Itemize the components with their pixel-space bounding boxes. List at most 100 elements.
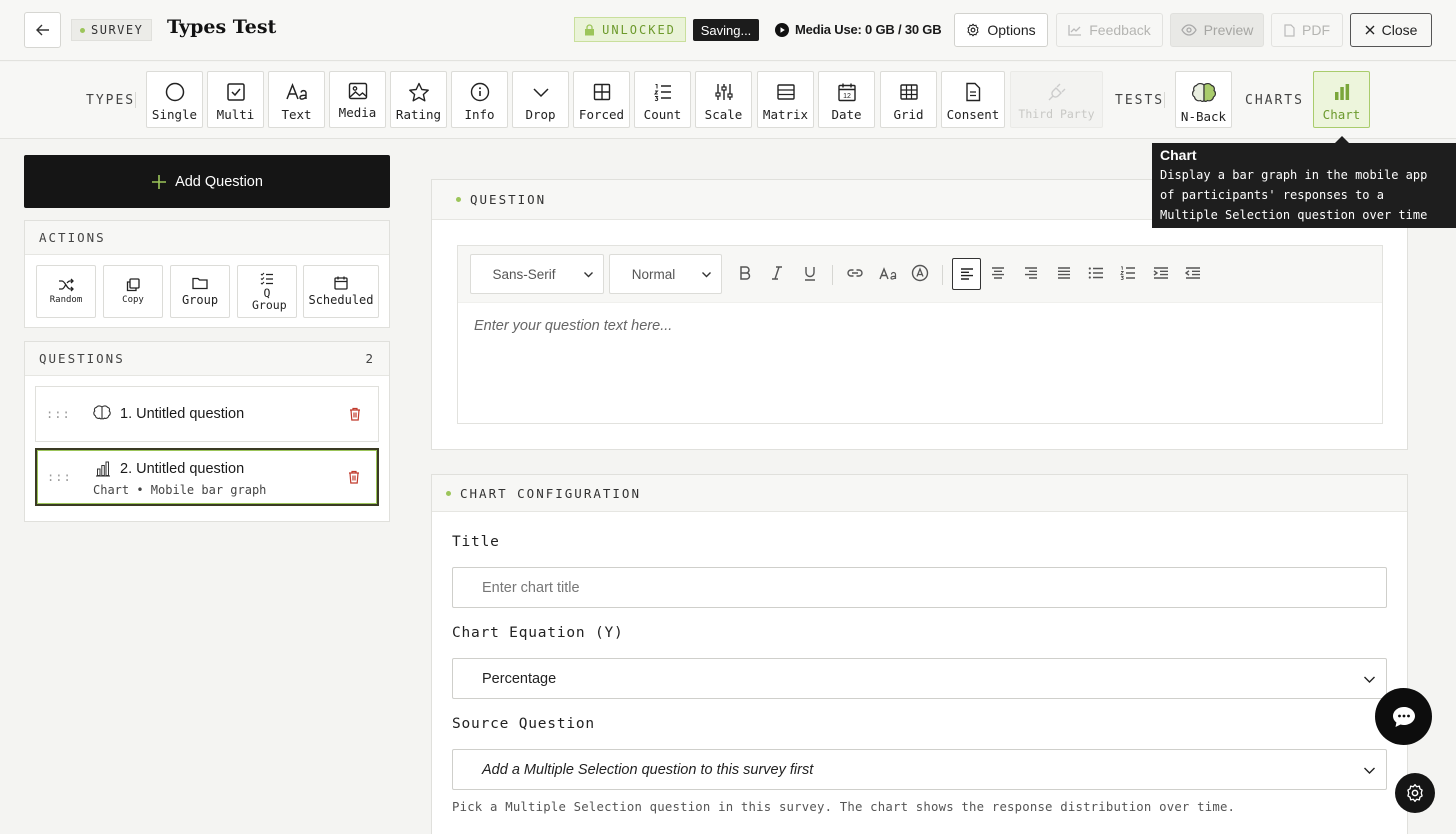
- type-label: Count: [643, 107, 682, 122]
- image-icon: [348, 82, 367, 100]
- options-button[interactable]: Options: [954, 13, 1048, 47]
- back-button[interactable]: [24, 12, 61, 48]
- question-title: 2. Untitled question: [120, 461, 245, 477]
- action-copy[interactable]: Copy: [103, 265, 163, 318]
- circle-icon: [165, 82, 184, 102]
- chat-bubble-icon: [1392, 706, 1415, 727]
- action-group[interactable]: Group: [170, 265, 230, 318]
- type-info[interactable]: Info: [451, 71, 508, 128]
- bar-chart-icon: [1334, 84, 1349, 100]
- action-random[interactable]: Random: [36, 265, 96, 318]
- type-date[interactable]: 12 Date: [818, 71, 875, 128]
- feedback-button[interactable]: Feedback: [1056, 13, 1163, 47]
- bold-icon[interactable]: [734, 262, 756, 284]
- question-item[interactable]: ::: 1. Untitled question: [35, 386, 379, 442]
- plug-icon: [1048, 83, 1065, 101]
- action-q-group[interactable]: Q Group: [237, 265, 297, 318]
- chat-button[interactable]: [1375, 688, 1432, 745]
- question-text-area[interactable]: Enter your question text here...: [474, 318, 672, 334]
- align-center-icon[interactable]: [987, 262, 1009, 284]
- close-button[interactable]: Close: [1350, 13, 1432, 47]
- preview-label: Preview: [1203, 22, 1254, 38]
- trash-icon[interactable]: [348, 470, 360, 484]
- unlocked-badge[interactable]: UNLOCKED: [574, 17, 686, 42]
- tooltip-arrow: [1335, 136, 1349, 143]
- options-label: Options: [987, 22, 1036, 38]
- font-size-select[interactable]: Normal: [609, 254, 722, 294]
- action-label: Copy: [122, 295, 144, 305]
- question-types-toolbar: TYPES Single Multi Text Media Rating Inf…: [0, 62, 1456, 139]
- survey-tag: SURVEY: [71, 19, 153, 41]
- bullet-list-icon[interactable]: [1085, 262, 1107, 284]
- font-case-icon[interactable]: [877, 262, 899, 284]
- type-scale[interactable]: Scale: [695, 71, 752, 128]
- type-matrix[interactable]: Matrix: [757, 71, 814, 128]
- action-scheduled[interactable]: Scheduled: [303, 265, 379, 318]
- align-left-icon[interactable]: [952, 258, 981, 290]
- status-dot: [456, 197, 461, 202]
- type-forced[interactable]: Forced: [573, 71, 630, 128]
- type-label: Matrix: [762, 107, 809, 122]
- type-label: Date: [831, 107, 862, 122]
- settings-button[interactable]: [1395, 773, 1435, 813]
- tooltip-title: Chart: [1160, 147, 1197, 163]
- outdent-icon[interactable]: [1182, 262, 1204, 284]
- align-right-icon[interactable]: [1020, 262, 1042, 284]
- add-question-button[interactable]: Add Question: [24, 155, 390, 208]
- chart-equation-select[interactable]: Percentage: [452, 658, 1387, 699]
- checkbox-icon: [226, 83, 245, 101]
- actions-panel: ACTIONS Random Copy Group Q Group Schedu…: [24, 220, 390, 328]
- type-drop[interactable]: Drop: [512, 71, 569, 128]
- line-chart-icon: [1068, 25, 1082, 36]
- action-label: Random: [49, 295, 83, 305]
- question-item-selected[interactable]: ::: 2. Untitled question Chart • Mobile …: [35, 448, 379, 506]
- font-family-select[interactable]: Sans-Serif: [470, 254, 604, 294]
- pdf-button[interactable]: PDF: [1271, 13, 1343, 47]
- svg-text:12: 12: [843, 93, 851, 100]
- action-label: Q Group: [252, 286, 287, 312]
- font-size-value: Normal: [631, 266, 676, 282]
- test-n-back[interactable]: N-Back: [1175, 71, 1232, 128]
- type-label: Grid: [893, 107, 924, 122]
- type-media[interactable]: Media: [329, 71, 386, 128]
- sliders-icon: [714, 84, 733, 100]
- source-question-select[interactable]: Add a Multiple Selection question to thi…: [452, 749, 1387, 790]
- chevron-down-icon: [532, 88, 549, 98]
- chart-title-input[interactable]: [482, 579, 1282, 596]
- star-icon: [408, 82, 429, 102]
- indent-icon[interactable]: [1150, 262, 1172, 284]
- arrow-left-icon: [35, 24, 49, 36]
- align-justify-icon[interactable]: [1053, 262, 1075, 284]
- type-third-party[interactable]: Third Party: [1010, 71, 1103, 128]
- type-text[interactable]: Text: [268, 71, 325, 128]
- close-label: Close: [1381, 22, 1418, 38]
- at-sign-icon[interactable]: [909, 262, 931, 284]
- text-aa-icon: [285, 82, 307, 100]
- type-label: Text: [281, 107, 312, 122]
- type-rating[interactable]: Rating: [390, 71, 447, 128]
- file-icon: [1284, 23, 1295, 37]
- add-question-label: Add Question: [175, 173, 263, 190]
- type-single[interactable]: Single: [146, 71, 203, 128]
- underline-icon[interactable]: [799, 262, 821, 284]
- type-multi[interactable]: Multi: [207, 71, 264, 128]
- action-label: Scheduled: [308, 293, 374, 307]
- type-grid[interactable]: Grid: [880, 71, 937, 128]
- type-chart[interactable]: Chart: [1313, 71, 1370, 128]
- type-label: Single: [151, 107, 198, 122]
- table-icon: [899, 84, 918, 100]
- drag-handle[interactable]: :::: [46, 407, 71, 421]
- trash-icon[interactable]: [349, 407, 361, 421]
- drag-handle[interactable]: :::: [47, 470, 72, 484]
- link-icon[interactable]: [844, 262, 866, 284]
- type-label: Drop: [525, 107, 556, 122]
- italic-icon[interactable]: [766, 262, 788, 284]
- document-icon: [966, 82, 981, 102]
- type-count[interactable]: Count: [634, 71, 691, 128]
- preview-button[interactable]: Preview: [1170, 13, 1264, 47]
- type-consent[interactable]: Consent: [941, 71, 1005, 128]
- source-question-value: Add a Multiple Selection question to thi…: [482, 761, 814, 778]
- play-circle-icon: [775, 22, 789, 37]
- ordered-list-icon[interactable]: [1117, 262, 1139, 284]
- chart-title-field[interactable]: [452, 567, 1387, 608]
